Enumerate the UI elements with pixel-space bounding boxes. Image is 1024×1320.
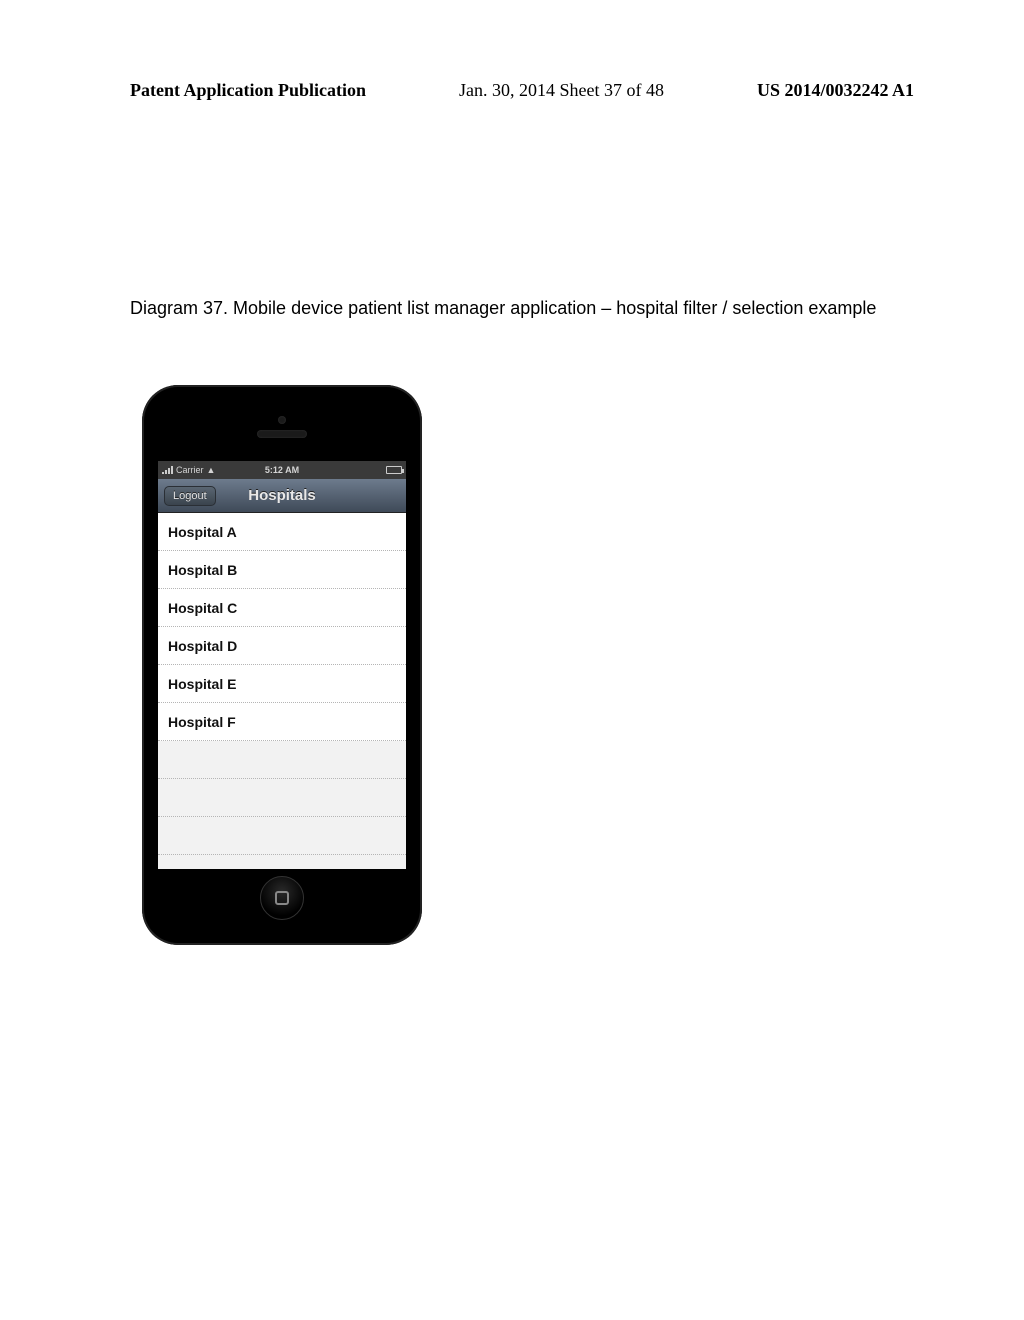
logout-button[interactable]: Logout: [164, 486, 216, 506]
phone-top-hardware: [152, 395, 412, 459]
page-header: Patent Application Publication Jan. 30, …: [130, 80, 914, 101]
home-button[interactable]: [260, 876, 304, 920]
patent-page: Patent Application Publication Jan. 30, …: [0, 0, 1024, 945]
speaker-icon: [257, 430, 307, 438]
hospital-name: Hospital C: [168, 600, 237, 616]
phone-screen: Carrier ▲ 5:12 AM Logout Hospitals Hospi…: [158, 461, 406, 869]
camera-icon: [278, 416, 286, 424]
hospital-name: Hospital E: [168, 676, 236, 692]
home-button-area: [152, 869, 412, 927]
header-publication: Patent Application Publication: [130, 80, 366, 101]
list-item[interactable]: Hospital C: [158, 589, 406, 627]
list-item-empty: [158, 779, 406, 817]
list-item[interactable]: Hospital B: [158, 551, 406, 589]
list-item[interactable]: Hospital F: [158, 703, 406, 741]
status-bar: Carrier ▲ 5:12 AM: [158, 461, 406, 479]
header-date-sheet: Jan. 30, 2014 Sheet 37 of 48: [459, 80, 664, 101]
hospital-name: Hospital F: [168, 714, 236, 730]
phone-body: Carrier ▲ 5:12 AM Logout Hospitals Hospi…: [152, 395, 412, 935]
list-item[interactable]: Hospital A: [158, 513, 406, 551]
list-item-empty: [158, 741, 406, 779]
hospital-name: Hospital B: [168, 562, 237, 578]
hospital-list[interactable]: Hospital A Hospital B Hospital C Hospita…: [158, 513, 406, 869]
figure-caption: Diagram 37. Mobile device patient list m…: [130, 291, 890, 325]
home-square-icon: [275, 891, 289, 905]
phone-frame: Carrier ▲ 5:12 AM Logout Hospitals Hospi…: [142, 385, 422, 945]
battery-icon: [386, 466, 402, 474]
list-item[interactable]: Hospital D: [158, 627, 406, 665]
hospital-name: Hospital D: [168, 638, 237, 654]
list-item-empty: [158, 817, 406, 855]
list-item[interactable]: Hospital E: [158, 665, 406, 703]
nav-bar: Logout Hospitals: [158, 479, 406, 513]
status-time: 5:12 AM: [158, 465, 406, 475]
hospital-name: Hospital A: [168, 524, 237, 540]
header-patent-number: US 2014/0032242 A1: [757, 80, 914, 101]
